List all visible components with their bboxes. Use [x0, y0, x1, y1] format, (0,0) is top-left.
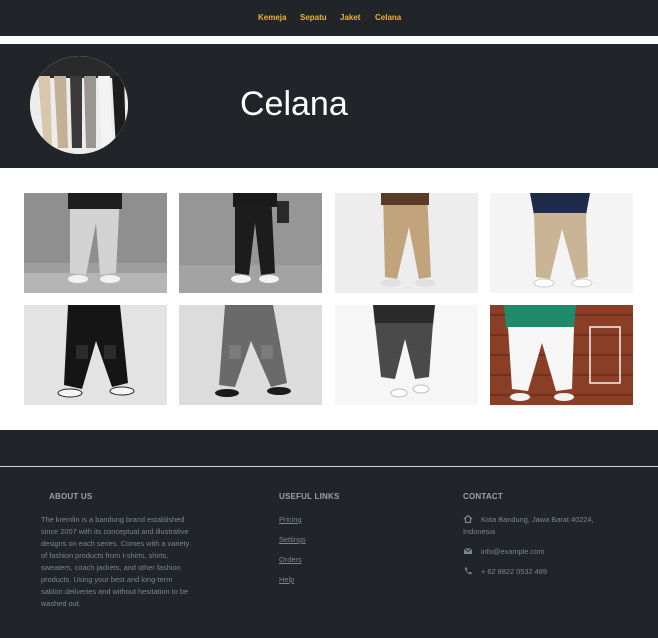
contact-email: info@example.com [463, 546, 613, 558]
useful-links-heading: USEFUL LINKS [279, 492, 340, 501]
contact-heading: CONTACT [463, 492, 503, 501]
gallery-item[interactable] [490, 193, 633, 293]
nav-link-jaket[interactable]: Jaket [340, 13, 360, 22]
contact-email-text: info@example.com [481, 547, 545, 556]
nav-link-celana[interactable]: Celana [375, 13, 401, 22]
top-navbar: Kemeja Sepatu Jaket Celana [0, 0, 658, 36]
category-avatar [30, 56, 128, 154]
gallery-item[interactable] [179, 193, 322, 293]
footer-link-settings[interactable]: Settings [279, 535, 306, 544]
gallery-item[interactable] [490, 305, 633, 405]
home-icon [463, 514, 473, 528]
about-text: The kremlin is a bandung brand establish… [41, 515, 190, 608]
about-heading: ABOUT US [49, 492, 93, 501]
footer-divider [0, 466, 658, 467]
envelope-icon [463, 546, 473, 560]
footer-link-help[interactable]: Help [279, 575, 294, 584]
gallery-item[interactable] [335, 305, 478, 405]
phone-icon [463, 566, 473, 580]
gallery-item[interactable] [24, 193, 167, 293]
gallery-item[interactable] [24, 305, 167, 405]
contact-phone-text: + 62 8822 0532 469 [481, 567, 547, 576]
gallery-item[interactable] [335, 193, 478, 293]
nav-link-sepatu[interactable]: Sepatu [300, 13, 327, 22]
nav-link-kemeja[interactable]: Kemeja [258, 13, 286, 22]
gallery-item[interactable] [179, 305, 322, 405]
contact-address: Kota Bandung, Jawa Barat 40224, Indonesi… [463, 514, 613, 540]
page-title: Celana [240, 85, 348, 123]
footer-link-pricing[interactable]: Pricing [279, 515, 302, 524]
contact-address-text: Kota Bandung, Jawa Barat 40224, Indonesi… [463, 515, 594, 536]
footer-link-orders[interactable]: Orders [279, 555, 302, 564]
contact-phone: + 62 8822 0532 469 [463, 566, 613, 578]
